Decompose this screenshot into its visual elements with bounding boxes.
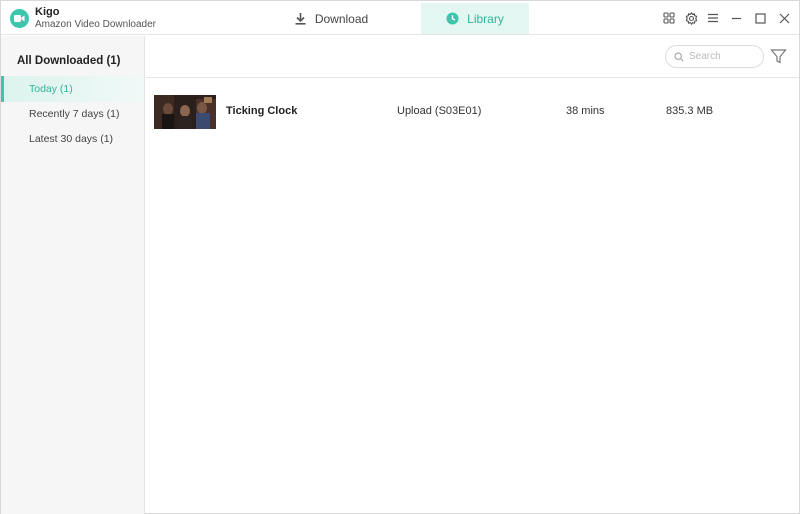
table-row[interactable]: Ticking Clock Upload (S03E01) 38 mins 83…: [146, 89, 799, 135]
tab-library-label: Library: [467, 11, 504, 26]
apps-grid-icon[interactable]: [660, 9, 678, 27]
video-thumbnail: [154, 95, 216, 129]
search-icon: [674, 51, 684, 62]
filter-icon[interactable]: [770, 48, 788, 66]
video-title: Ticking Clock: [226, 105, 298, 117]
video-size: 835.3 MB: [666, 105, 714, 117]
app-name: Kigo: [35, 6, 60, 18]
clock-icon: [446, 12, 459, 25]
app-logo: [10, 9, 29, 28]
tab-library[interactable]: Library: [421, 3, 529, 34]
camera-icon: [14, 15, 25, 22]
sidebar-item-latest-30-days[interactable]: Latest 30 days (1): [1, 126, 144, 152]
download-icon: [294, 12, 307, 25]
video-episode: Upload (S03E01): [397, 105, 482, 117]
sidebar-item-recently-7-days[interactable]: Recently 7 days (1): [1, 101, 144, 127]
app-subtitle: Amazon Video Downloader: [35, 19, 157, 30]
sidebar-item-label: Latest 30 days (1): [29, 133, 114, 145]
sidebar-item-label: Recently 7 days (1): [29, 108, 120, 120]
search-input[interactable]: [689, 51, 759, 62]
menu-icon[interactable]: [704, 9, 722, 27]
sidebar-heading-all-downloaded[interactable]: All Downloaded (1): [17, 55, 121, 67]
tab-download-label: Download: [314, 11, 369, 26]
library-toolbar: [146, 36, 799, 78]
title-bar: Kigo Amazon Video Downloader Download Li…: [1, 1, 799, 35]
sidebar-item-today[interactable]: Today (1): [1, 76, 144, 102]
video-duration: 38 mins: [566, 105, 605, 117]
search-box[interactable]: [665, 45, 764, 68]
app-window: Kigo Amazon Video Downloader Download Li…: [0, 0, 800, 514]
close-icon[interactable]: [775, 9, 793, 27]
tab-download[interactable]: Download: [281, 3, 381, 34]
gear-icon[interactable]: [682, 9, 700, 27]
sidebar-item-label: Today (1): [29, 83, 73, 95]
sidebar: All Downloaded (1) Today (1) Recently 7 …: [1, 36, 145, 514]
maximize-icon[interactable]: [751, 9, 769, 27]
minimize-icon[interactable]: [727, 9, 745, 27]
